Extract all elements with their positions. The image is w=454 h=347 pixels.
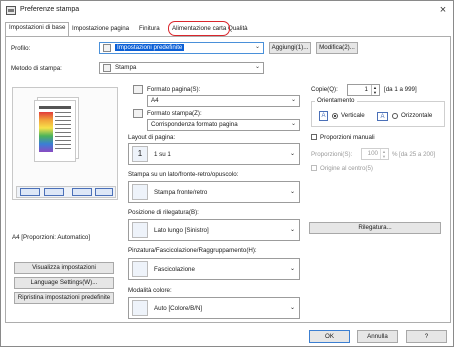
portrait-icon: A — [319, 111, 328, 121]
landscape-radio[interactable] — [392, 113, 398, 119]
output-size-label: Formato stampa(Z): — [147, 110, 202, 117]
spinner-arrows-icon[interactable]: ▲ ▼ — [371, 85, 378, 95]
binding-label: Posizione di rilegatura(B): — [128, 209, 199, 216]
title-bar: Preferenze stampa × — [1, 1, 453, 21]
preview-caption: A4 [Proporzioni: Automatico] — [12, 234, 91, 241]
tab-basic-settings[interactable]: Impostazioni di base — [5, 22, 70, 36]
tab-highlight-ring — [168, 21, 230, 36]
scaling-label: Proporzioni(S): — [311, 151, 353, 158]
profile-label: Profilo: — [11, 45, 31, 52]
layout-icon: 1 — [132, 146, 148, 162]
chevron-down-icon: ⌄ — [290, 97, 296, 103]
copies-value: 1 — [364, 86, 368, 93]
manual-scaling-label: Proporzioni manuali — [320, 134, 375, 141]
staple-icon — [44, 188, 64, 196]
color-mode-label: Modalità colore: — [128, 287, 172, 294]
copies-spinner[interactable]: 1 ▲ ▼ — [347, 84, 380, 96]
color-mode-value: Auto [Colore/B/N] — [154, 305, 203, 312]
finishing-select[interactable]: Fascicolazione ⌄ — [128, 258, 300, 280]
duplex-icon — [132, 184, 148, 200]
duplex-select[interactable]: Stampa fronte/retro ⌄ — [128, 181, 300, 203]
profile-value: Impostazioni predefinite — [115, 44, 185, 51]
chevron-down-icon: ⌄ — [289, 151, 295, 157]
layout-select[interactable]: 1 1 su 1 ⌄ — [128, 143, 300, 165]
page-size-select[interactable]: A4 ⌄ — [147, 95, 300, 107]
duplex-icon — [20, 188, 40, 196]
finishing-label: Pinzatura/Fascicolazione/Raggruppamento(… — [128, 247, 257, 254]
binding-value: Lato lungo [Sinistro] — [154, 227, 209, 234]
center-origin-label: Origine al centro(5) — [320, 165, 373, 172]
page-size-value: A4 — [151, 97, 159, 104]
page-size-label: Formato pagina(S): — [147, 86, 201, 93]
profile-select[interactable]: Impostazioni predefinite ⌄ — [99, 42, 264, 54]
layout-label: Layout di pagina: — [128, 134, 176, 141]
printer-icon — [6, 6, 16, 15]
page-preview — [12, 87, 118, 200]
spinner-arrows-icon[interactable]: ▲ ▼ — [380, 149, 387, 159]
layout-value: 1 su 1 — [154, 151, 171, 158]
scaling-unit: % — [392, 151, 398, 158]
chevron-down-icon: ⌄ — [254, 44, 260, 50]
chevron-down-icon: ⌄ — [254, 64, 260, 70]
center-origin-checkbox[interactable] — [311, 165, 317, 171]
landscape-label: Orizzontale — [401, 112, 433, 119]
orientation-label: Orientamento — [315, 97, 357, 104]
copies-range: [da 1 a 999] — [384, 86, 417, 93]
tab-finishing[interactable]: Finitura — [136, 24, 163, 36]
collate-icon — [72, 188, 92, 196]
duplex-label: Stampa su un lato/fronte-retro/opuscolo: — [128, 171, 239, 178]
binding-select[interactable]: Lato lungo [Sinistro] ⌄ — [128, 219, 300, 241]
chevron-down-icon: ⌄ — [289, 305, 295, 311]
chevron-down-icon: ⌄ — [289, 189, 295, 195]
color-icon — [132, 300, 148, 316]
chevron-down-icon: ⌄ — [289, 266, 295, 272]
manual-scaling-checkbox[interactable] — [311, 134, 317, 140]
duplex-value: Stampa fronte/retro — [154, 189, 208, 196]
layout-icon — [95, 188, 113, 196]
printer-icon — [103, 64, 111, 72]
print-method-select[interactable]: Stampa ⌄ — [99, 62, 264, 74]
preview-sheet — [34, 100, 76, 162]
edit-profile-button[interactable]: Modifica(2)... — [316, 42, 358, 54]
preview-icon-strip — [16, 186, 116, 198]
copies-label: Copie(Q): — [311, 86, 338, 93]
chevron-down-icon: ⌄ — [290, 121, 296, 127]
cancel-button[interactable]: Annulla — [357, 330, 398, 343]
output-paper-icon — [133, 109, 143, 118]
portrait-radio[interactable] — [332, 113, 338, 119]
scaling-spinner[interactable]: 100 ▲ ▼ — [361, 148, 389, 160]
binding-icon — [132, 222, 148, 238]
language-settings-button[interactable]: Language Settings(W)... — [14, 277, 114, 289]
restore-defaults-button[interactable]: Ripristina impostazioni predefinite — [14, 292, 114, 304]
chevron-down-icon: ⌄ — [289, 227, 295, 233]
view-settings-button[interactable]: Visualizza impostazioni — [14, 262, 114, 274]
window-title: Preferenze stampa — [20, 6, 80, 13]
portrait-label: Verticale — [341, 112, 365, 119]
profile-icon — [103, 44, 111, 52]
print-method-label: Metodo di stampa: — [11, 65, 62, 72]
ok-button[interactable]: OK — [309, 330, 350, 343]
print-method-value: Stampa — [115, 64, 137, 71]
binding-button[interactable]: Rilegatura... — [309, 222, 441, 234]
add-profile-button[interactable]: Aggiungi(1)... — [269, 42, 311, 54]
scaling-range: [da 25 a 200] — [399, 151, 436, 158]
landscape-icon: A — [377, 112, 388, 121]
scaling-value: 100 — [367, 150, 378, 157]
close-icon[interactable]: × — [435, 3, 451, 18]
paper-icon — [133, 85, 143, 94]
preferences-window: Preferenze stampa × Impostazioni di base… — [0, 0, 454, 347]
output-size-value: Corrispondenza formato pagina — [151, 121, 238, 128]
color-mode-select[interactable]: Auto [Colore/B/N] ⌄ — [128, 297, 300, 319]
help-button[interactable]: ? — [406, 330, 447, 343]
collate-icon — [132, 261, 148, 277]
output-size-select[interactable]: Corrispondenza formato pagina ⌄ — [147, 119, 300, 131]
tab-page-setup[interactable]: Impostazione pagina — [69, 24, 132, 36]
finishing-value: Fascicolazione — [154, 266, 195, 273]
